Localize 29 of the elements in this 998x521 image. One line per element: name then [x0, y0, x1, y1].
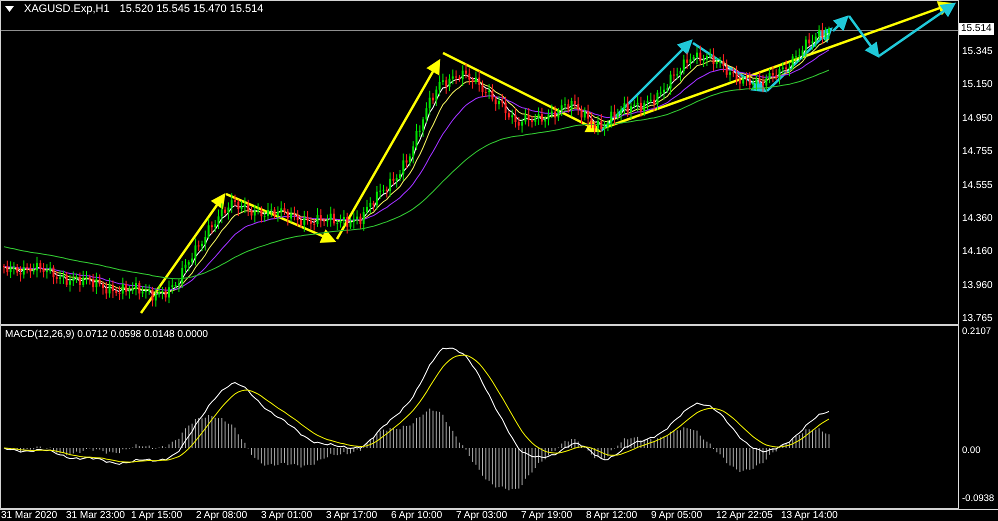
time-label: 2 Apr 08:00 — [195, 510, 248, 521]
price-tick-label: 14.160 — [962, 246, 994, 258]
price-tick-label: 14.360 — [962, 212, 994, 225]
time-label: 31 Mar 2020 — [0, 510, 58, 521]
price-tick-label: 15.345 — [962, 46, 994, 58]
macd-tick-label: 0.00 — [962, 444, 982, 458]
time-label: 9 Apr 05:00 — [650, 510, 704, 521]
macd-label: MACD(12,26,9) 0.0712 0.0598 0.0148 0.0000 — [5, 329, 208, 340]
price-tick-label: 13.960 — [962, 280, 994, 292]
price-tick-label: 13.765 — [962, 313, 994, 325]
time-label: 7 Apr 03:00 — [455, 510, 508, 521]
macd-tick-label: -0.0938 — [962, 493, 996, 506]
time-label: 3 Apr 01:00 — [260, 510, 314, 521]
current-price-tag: 15.514 — [959, 23, 994, 35]
symbol-label: XAGUSD.Exp,H1 — [24, 3, 110, 15]
time-label: 12 Apr 22:05 — [715, 510, 774, 521]
price-tick-label: 14.555 — [962, 180, 994, 192]
time-label: 13 Apr 14:00 — [780, 510, 839, 521]
price-values: 15.520 15.545 15.470 15.514 — [120, 3, 264, 15]
price-tick-label: 15.150 — [962, 79, 994, 92]
macd-tick-label: 0.2107 — [962, 326, 992, 339]
time-label: 3 Apr 17:00 — [325, 510, 378, 521]
time-label: 31 Mar 23:00 — [65, 510, 126, 521]
price-tick-label: 14.755 — [962, 146, 994, 158]
time-label: 7 Apr 19:00 — [520, 510, 574, 521]
price-tick-label: 14.950 — [962, 112, 994, 125]
time-label: 8 Apr 12:00 — [585, 510, 638, 521]
time-label: 6 Apr 10:00 — [390, 510, 444, 521]
time-label: 1 Apr 15:00 — [130, 510, 184, 521]
